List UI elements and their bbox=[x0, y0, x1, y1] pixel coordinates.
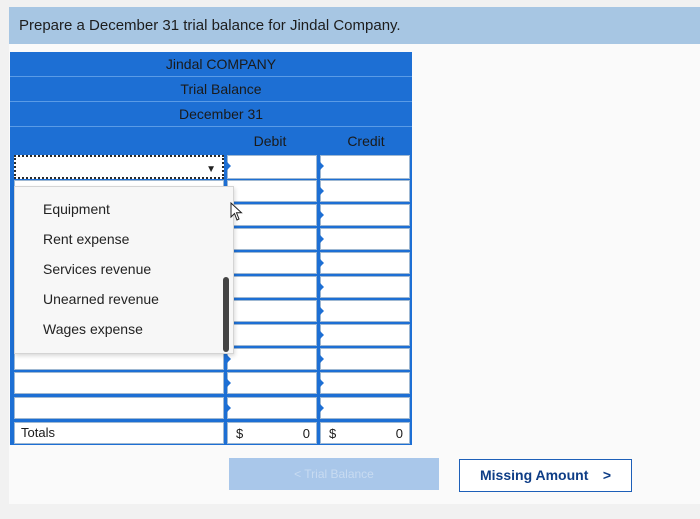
credit-column-header: Credit bbox=[347, 133, 385, 149]
currency-symbol: $ bbox=[236, 426, 244, 441]
debit-input[interactable] bbox=[227, 228, 317, 250]
dropdown-scrollbar[interactable] bbox=[223, 277, 229, 352]
instruction-text: Prepare a December 31 trial balance for … bbox=[9, 7, 700, 44]
credit-input[interactable] bbox=[320, 204, 410, 226]
credit-input[interactable] bbox=[320, 300, 410, 322]
credit-input[interactable] bbox=[320, 397, 410, 419]
next-button-label: Missing Amount bbox=[480, 467, 589, 483]
credit-input[interactable] bbox=[320, 324, 410, 346]
account-select[interactable] bbox=[14, 372, 224, 394]
credit-input[interactable] bbox=[320, 252, 410, 274]
dropdown-option-wages-expense[interactable]: Wages expense bbox=[43, 321, 143, 337]
credit-total: $ 0 bbox=[320, 422, 410, 444]
credit-input[interactable] bbox=[320, 180, 410, 202]
totals-label: Totals bbox=[14, 422, 224, 444]
totals-row: Totals $ 0 $ 0 bbox=[10, 422, 412, 445]
debit-input[interactable] bbox=[227, 397, 317, 419]
mouse-cursor-icon bbox=[230, 202, 243, 221]
credit-input[interactable] bbox=[320, 155, 410, 179]
chevron-right-icon: > bbox=[602, 467, 611, 483]
debit-input[interactable] bbox=[227, 180, 317, 202]
account-dropdown-list: Equipment Rent expense Services revenue … bbox=[14, 186, 234, 354]
dropdown-option-rent-expense[interactable]: Rent expense bbox=[43, 231, 129, 247]
debit-total: $ 0 bbox=[227, 422, 317, 444]
table-row bbox=[10, 397, 412, 419]
debit-input[interactable] bbox=[227, 324, 317, 346]
credit-input[interactable] bbox=[320, 228, 410, 250]
next-missing-amount-button[interactable]: Missing Amount > bbox=[459, 459, 632, 492]
company-name: Jindal COMPANY bbox=[10, 52, 412, 77]
debit-input[interactable] bbox=[227, 372, 317, 394]
debit-input[interactable] bbox=[227, 252, 317, 274]
currency-symbol: $ bbox=[329, 426, 337, 441]
dropdown-option-equipment[interactable]: Equipment bbox=[43, 201, 110, 217]
credit-total-amount: 0 bbox=[395, 426, 403, 441]
table-row bbox=[10, 155, 412, 179]
dropdown-option-unearned-revenue[interactable]: Unearned revenue bbox=[43, 291, 159, 307]
credit-input[interactable] bbox=[320, 372, 410, 394]
debit-total-amount: 0 bbox=[302, 426, 310, 441]
debit-input[interactable] bbox=[227, 300, 317, 322]
dropdown-option-services-revenue[interactable]: Services revenue bbox=[43, 261, 151, 277]
prev-trial-balance-button[interactable]: < Trial Balance bbox=[229, 458, 439, 490]
debit-input[interactable] bbox=[227, 348, 317, 370]
credit-input[interactable] bbox=[320, 348, 410, 370]
debit-input[interactable] bbox=[227, 276, 317, 298]
debit-input[interactable] bbox=[227, 155, 317, 179]
account-select[interactable] bbox=[14, 397, 224, 419]
debit-column-header: Debit bbox=[253, 133, 287, 149]
statement-title: Trial Balance bbox=[10, 77, 412, 102]
statement-date: December 31 bbox=[10, 102, 412, 127]
table-row bbox=[10, 372, 412, 394]
credit-input[interactable] bbox=[320, 276, 410, 298]
